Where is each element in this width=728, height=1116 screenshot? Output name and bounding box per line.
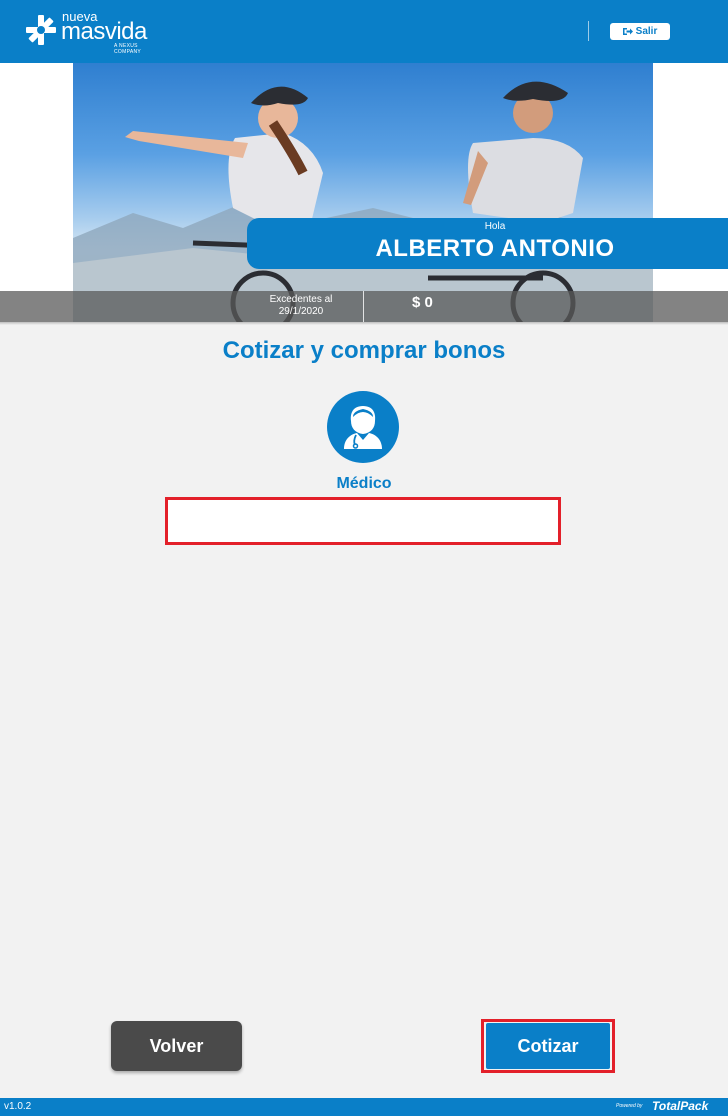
page-title: Cotizar y comprar bonos — [222, 337, 506, 364]
surplus-divider — [363, 291, 364, 322]
cyclists-photo — [73, 63, 653, 323]
logout-button[interactable]: Salir — [610, 23, 670, 40]
doctor-search-input[interactable] — [165, 497, 561, 545]
user-name: ALBERTO ANTONIO — [375, 235, 615, 262]
cross-logo-icon — [26, 15, 56, 45]
banner-shadow — [0, 322, 728, 325]
totalpack-logo: TotalPack — [652, 1099, 709, 1113]
surplus-amount: $ 0 — [412, 294, 433, 311]
header-divider — [588, 21, 589, 41]
surplus-strip: Excedentes al 29/1/2020 $ 0 — [0, 291, 728, 322]
doctor-icon — [344, 406, 382, 449]
logout-label: Salir — [635, 26, 658, 37]
version-label: v1.0.2 — [4, 1101, 32, 1112]
back-button[interactable]: Volver — [111, 1021, 242, 1071]
brand-logo[interactable]: nueva masvida A NEXUS COMPANY — [24, 10, 164, 55]
doctor-avatar-button[interactable] — [327, 391, 399, 463]
greeting-panel: Hola ALBERTO ANTONIO — [247, 218, 728, 269]
surplus-label: Excedentes al 29/1/2020 — [269, 294, 333, 317]
top-bar: nueva masvida A NEXUS COMPANY Salir — [0, 0, 728, 63]
logo-tagline: A NEXUS COMPANY — [114, 43, 142, 55]
logo-name: masvida — [61, 18, 147, 45]
sign-out-icon — [622, 28, 633, 35]
greeting-label: Hola — [484, 221, 506, 232]
hero-banner: Hola ALBERTO ANTONIO Excedentes al 29/1/… — [0, 63, 728, 323]
professional-type-label: Médico — [336, 475, 392, 492]
footer-bar: v1.0.2 Powered by TotalPack — [0, 1098, 728, 1116]
quote-button[interactable]: Cotizar — [486, 1023, 610, 1069]
powered-by-label: Powered by — [616, 1103, 643, 1109]
